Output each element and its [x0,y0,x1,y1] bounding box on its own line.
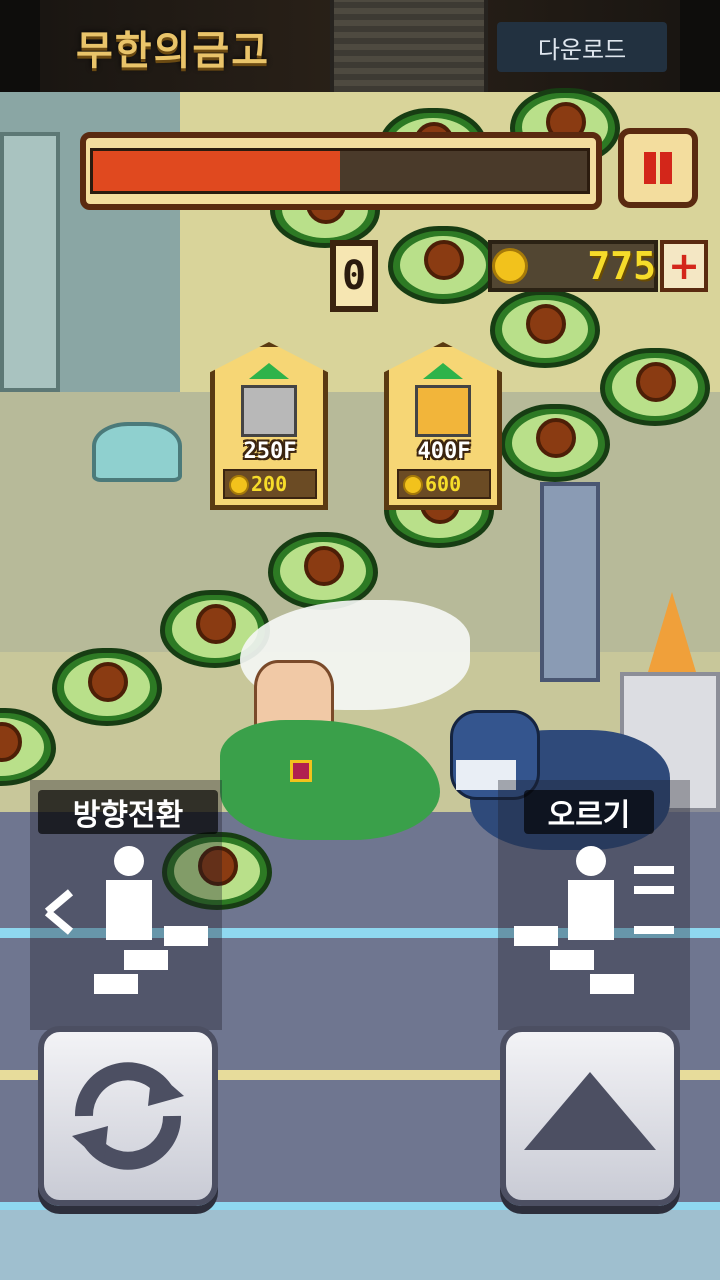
safe-image [330,0,488,92]
stairs-icon [514,926,558,946]
speed-lines-icon [634,926,674,934]
stairs-icon [94,974,138,994]
bg-lamp [92,422,182,482]
runner-icon [114,846,144,876]
shop-card-elevator-250[interactable]: 250F 200 [210,342,328,510]
traffic-cone [648,592,696,672]
avocado-collectible [52,648,162,726]
turn-button[interactable] [38,1026,218,1206]
coin-icon [403,475,423,495]
card-floor-label: 250F [243,439,297,464]
coin-count: 775 [587,244,656,288]
ad-download-button[interactable]: 다운로드 [497,22,667,72]
runner-icon [568,880,614,940]
coin-icon [492,248,528,284]
elevator-icon [241,385,297,437]
stairs-icon [124,950,168,970]
character-cape [220,720,440,840]
card-price-value: 200 [251,472,288,496]
stairs-icon [550,950,594,970]
turn-label: 방향전환 [38,790,218,834]
avocado-collectible [600,348,710,426]
card-price: 200 [223,469,317,499]
turn-hint-icon [44,846,214,1006]
bg-window-left [0,132,60,392]
chevron-left-icon [44,909,74,935]
floor-lower [0,1210,720,1280]
avocado-collectible [490,290,600,368]
avocado-collectible [388,226,498,304]
runner-icon [576,846,606,876]
runner-icon [106,880,152,940]
climb-button[interactable] [500,1026,680,1206]
avocado-collectible [268,532,378,610]
pause-icon [644,152,656,184]
up-triangle-icon [524,1072,656,1150]
character-gem [290,760,312,782]
climb-label: 오르기 [524,790,654,834]
stairs-icon [590,974,634,994]
elevator-icon [415,385,471,437]
up-arrow-icon [423,363,463,379]
ad-title: 무한의금고 [76,27,270,74]
card-floor-label: 400F [417,439,471,464]
rotate-arrows-icon [72,1062,184,1170]
add-coins-button[interactable]: + [660,240,708,292]
score-counter: 0 [330,240,378,312]
avocado-collectible [0,708,56,786]
avocado-collectible [500,404,610,482]
pause-icon [660,152,672,184]
stairs-icon [164,926,208,946]
climb-hint-icon [510,846,680,1006]
player-character [210,600,470,860]
up-arrow-icon [249,363,289,379]
card-price: 600 [397,469,491,499]
pause-button[interactable] [618,128,698,208]
speed-lines-icon [634,886,674,894]
card-price-value: 600 [425,472,462,496]
speed-lines-icon [634,866,674,874]
hp-bar-fill [93,151,340,191]
bg-door [540,482,600,682]
coin-icon [229,475,249,495]
shop-card-elevator-400[interactable]: 400F 600 [384,342,502,510]
